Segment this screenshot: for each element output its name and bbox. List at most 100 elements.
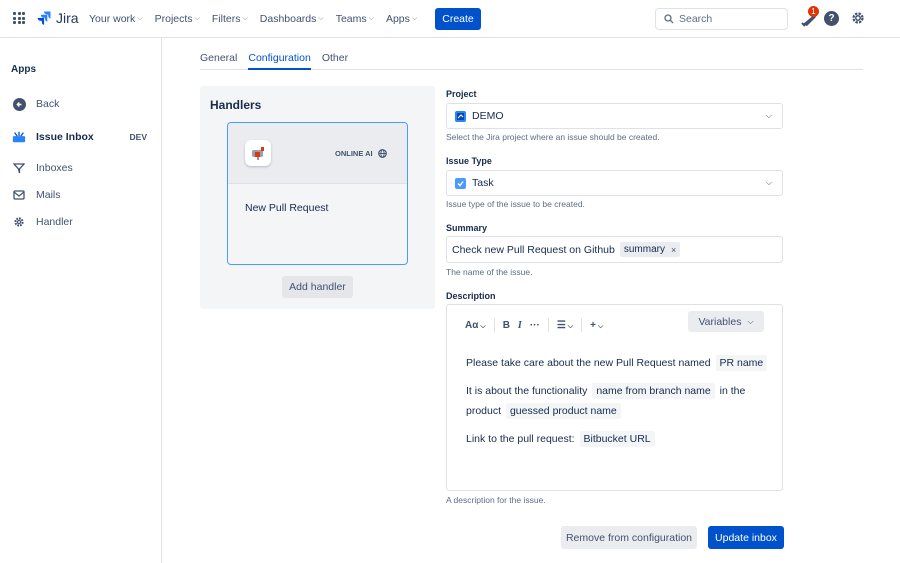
description-label: Description — [446, 291, 496, 301]
description-text: Link to the pull request: — [466, 433, 575, 445]
variables-button[interactable]: Variables ⌵ — [688, 311, 764, 332]
jira-logo-icon — [37, 11, 51, 25]
nav-label: Apps — [385, 13, 410, 25]
remove-from-configuration-button[interactable]: Remove from configuration — [561, 526, 697, 549]
summary-text: Check new Pull Request on Github — [452, 243, 615, 256]
sidebar-back-label: Back — [36, 98, 60, 110]
dev-badge: DEV — [129, 132, 147, 142]
nav-apps[interactable]: Apps ⌵ — [386, 13, 417, 25]
sidebar-item-label: Inboxes — [36, 162, 73, 174]
chevron-down-icon: ⌵ — [765, 178, 772, 187]
description-text: Please take care about the new Pull Requ… — [466, 357, 711, 369]
issue-type-help: Issue type of the issue to be created. — [446, 199, 585, 209]
sidebar-item-handler[interactable]: Handler — [0, 210, 161, 234]
editor-content[interactable]: Please take care about the new Pull Requ… — [466, 353, 776, 457]
logo-text: Jira — [56, 10, 79, 26]
nav-label: Filters — [211, 13, 241, 25]
online-ai-tag: ONLINE AI — [335, 149, 387, 158]
variable-chip-branch-name[interactable]: name from branch name — [592, 383, 715, 399]
description-help: A description for the issue. — [446, 495, 546, 505]
toolbar-divider — [581, 318, 583, 332]
project-value: DEMO — [472, 110, 504, 122]
description-paragraph: Link to the pull request: Bitbucket URL — [466, 429, 776, 449]
nav-projects[interactable]: Projects ⌵ — [155, 13, 200, 25]
italic-button[interactable]: I — [518, 320, 522, 331]
create-button[interactable]: Create — [435, 8, 481, 30]
remove-chip-icon[interactable]: × — [671, 245, 676, 255]
chevron-down-icon: ⌵ — [368, 15, 374, 22]
variable-chip-product-name[interactable]: guessed product name — [505, 403, 621, 419]
project-label: Project — [446, 89, 477, 99]
handler-card[interactable]: ONLINE AI New Pull Request — [227, 122, 408, 265]
sidebar-item-inboxes[interactable]: Inboxes — [0, 156, 161, 180]
nav-label: Your work — [89, 13, 136, 25]
nav-label: Teams — [335, 13, 367, 25]
text-style-label: Aα — [465, 319, 479, 331]
jira-logo[interactable]: Jira — [36, 10, 79, 26]
text-style-button[interactable]: Aα ⌵ — [465, 320, 486, 331]
sidebar-app-label: Issue Inbox — [36, 131, 94, 143]
insert-button[interactable]: + ⌵ — [590, 320, 603, 331]
description-editor[interactable]: Aα ⌵ B I ··· ☰ ⌵ + ⌵ Variables ⌵ Please tak… — [446, 304, 783, 491]
notification-count-badge: 1 — [808, 6, 819, 17]
summary-input[interactable]: Check new Pull Request on Github summary… — [446, 236, 783, 263]
handler-name: New Pull Request — [245, 202, 329, 214]
chevron-down-icon: ⌵ — [765, 111, 772, 120]
tab-other[interactable]: Other — [322, 52, 348, 70]
sidebar-item-label: Mails — [36, 189, 61, 201]
description-paragraph: Please take care about the new Pull Requ… — [466, 353, 776, 373]
issue-inbox-app-icon — [12, 130, 26, 144]
chevron-down-icon: ⌵ — [747, 316, 754, 326]
globe-icon — [377, 149, 387, 158]
sidebar-back[interactable]: Back — [0, 92, 161, 116]
tab-configuration[interactable]: Configuration — [248, 52, 311, 70]
plus-icon: + — [590, 319, 596, 331]
more-formatting-button[interactable]: ··· — [530, 320, 540, 331]
filter-funnel-icon — [12, 161, 26, 175]
app-switcher-icon[interactable] — [13, 12, 25, 24]
sidebar: Apps Back Issue Inbox DEV Inboxes Mails … — [0, 38, 162, 563]
online-ai-label: ONLINE AI — [335, 149, 373, 158]
summary-help: The name of the issue. — [446, 267, 533, 277]
sidebar-app-issue-inbox[interactable]: Issue Inbox DEV — [0, 125, 161, 149]
nav-your-work[interactable]: Your work ⌵ — [89, 13, 143, 25]
nav-menu: Your work ⌵ Projects ⌵ Filters ⌵ Dashboards… — [89, 0, 429, 38]
summary-variable-chip[interactable]: summary × — [619, 242, 681, 257]
update-inbox-button[interactable]: Update inbox — [708, 526, 784, 549]
description-paragraph: It is about the functionality name from … — [466, 381, 776, 421]
tab-general[interactable]: General — [200, 52, 237, 70]
issue-type-select[interactable]: Task ⌵ — [446, 170, 783, 196]
back-arrow-icon — [12, 97, 26, 111]
handlers-panel: Handlers ONLINE AI New Pull Request Add … — [200, 86, 435, 309]
gear-icon — [12, 215, 26, 229]
project-help: Select the Jira project where an issue s… — [446, 132, 660, 142]
search-icon — [664, 14, 674, 24]
chevron-down-icon: ⌵ — [597, 322, 604, 330]
variable-chip-bitbucket-url[interactable]: Bitbucket URL — [579, 431, 655, 447]
chevron-down-icon: ⌵ — [318, 15, 324, 22]
toolbar-divider — [547, 318, 549, 332]
chevron-down-icon: ⌵ — [567, 322, 574, 330]
sidebar-item-mails[interactable]: Mails — [0, 183, 161, 207]
project-avatar-icon — [455, 110, 466, 122]
settings-tabs: General Configuration Other — [200, 52, 863, 70]
add-handler-button[interactable]: Add handler — [282, 276, 353, 298]
list-button[interactable]: ☰ ⌵ — [557, 320, 573, 331]
project-select[interactable]: DEMO ⌵ — [446, 103, 783, 129]
bold-button[interactable]: B — [503, 320, 510, 331]
chip-label: summary — [623, 244, 665, 255]
editor-toolbar: Aα ⌵ B I ··· ☰ ⌵ + ⌵ — [465, 315, 611, 335]
nav-filters[interactable]: Filters ⌵ — [212, 13, 248, 25]
summary-label: Summary — [446, 223, 488, 233]
handler-card-header: ONLINE AI — [228, 123, 407, 184]
mailbox-icon — [245, 140, 271, 166]
search-input[interactable]: Search — [655, 8, 788, 30]
variable-chip-pr-name[interactable]: PR name — [715, 355, 768, 371]
help-icon[interactable]: ? — [824, 11, 839, 26]
mail-icon — [12, 188, 26, 202]
nav-teams[interactable]: Teams ⌵ — [336, 13, 374, 25]
list-icon: ☰ — [556, 319, 566, 331]
toolbar-divider — [493, 318, 495, 332]
gear-icon[interactable] — [850, 10, 866, 26]
nav-dashboards[interactable]: Dashboards ⌵ — [260, 13, 324, 25]
